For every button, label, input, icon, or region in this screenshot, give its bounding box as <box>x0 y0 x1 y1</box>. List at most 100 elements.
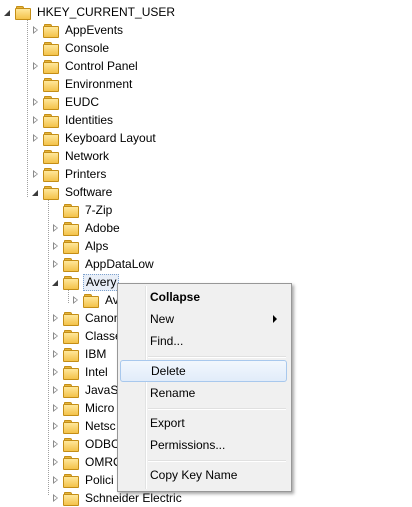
collapsed-arrow-icon[interactable] <box>51 385 60 395</box>
folder-icon <box>43 149 59 164</box>
folder-icon <box>63 491 79 506</box>
tree-node-label: Intel <box>85 365 108 379</box>
folder-icon <box>43 167 59 182</box>
tree-node-avery-child[interactable]: Av <box>71 291 121 309</box>
tree-line-level1 <box>27 20 28 198</box>
menu-item-delete[interactable]: Delete <box>120 360 287 382</box>
tree-node-ibm[interactable]: IBM <box>51 345 108 363</box>
tree-node-canon[interactable]: Canon <box>51 309 122 327</box>
menu-item-rename[interactable]: Rename <box>120 382 287 404</box>
tree-node-printers[interactable]: Printers <box>31 165 108 183</box>
menu-separator <box>148 460 286 462</box>
tree-node-root[interactable]: HKEY_CURRENT_USER <box>3 3 177 21</box>
collapsed-arrow-icon[interactable] <box>51 241 60 251</box>
tree-node-environment[interactable]: Environment <box>31 75 134 93</box>
folder-icon <box>63 257 79 272</box>
tree-node-label: Adobe <box>85 221 120 235</box>
tree-node-label: Printers <box>65 167 107 181</box>
tree-node-avery[interactable]: Avery <box>51 273 120 291</box>
tree-node-javasoft[interactable]: JavaSo <box>51 381 127 399</box>
collapsed-arrow-icon[interactable] <box>51 403 60 413</box>
menu-item-permissions[interactable]: Permissions... <box>120 434 287 456</box>
collapsed-arrow-icon[interactable] <box>51 223 60 233</box>
folder-icon <box>63 203 79 218</box>
collapsed-arrow-icon[interactable] <box>31 115 40 125</box>
collapsed-arrow-icon[interactable] <box>51 349 60 359</box>
tree-node-omron[interactable]: OMRO <box>51 453 124 471</box>
collapsed-arrow-icon[interactable] <box>51 457 60 467</box>
tree-node-identities[interactable]: Identities <box>31 111 115 129</box>
menu-item-export[interactable]: Export <box>120 412 287 434</box>
menu-item-label: New <box>150 312 175 326</box>
collapsed-arrow-icon[interactable] <box>51 475 60 485</box>
tree-node-microsoft[interactable]: Micro <box>51 399 116 417</box>
tree-node-keyboard-layout[interactable]: Keyboard Layout <box>31 129 158 147</box>
collapsed-arrow-icon[interactable] <box>31 25 40 35</box>
tree-line-level3 <box>68 290 69 304</box>
folder-icon <box>43 113 59 128</box>
tree-node-control-panel[interactable]: Control Panel <box>31 57 140 75</box>
collapsed-arrow-icon[interactable] <box>51 493 60 503</box>
collapsed-arrow-icon[interactable] <box>31 169 40 179</box>
folder-icon <box>63 347 79 362</box>
tree-node-label: Netsc <box>85 419 116 433</box>
collapsed-arrow-icon[interactable] <box>51 439 60 449</box>
tree-node-appevents[interactable]: AppEvents <box>31 21 125 39</box>
collapsed-arrow-icon[interactable] <box>31 97 40 107</box>
tree-node-label: EUDC <box>65 95 100 109</box>
tree-node-odbc[interactable]: ODBC <box>51 435 122 453</box>
tree-node-network[interactable]: Network <box>31 147 111 165</box>
tree-line-level2 <box>48 200 49 496</box>
expand-arrow-icon[interactable] <box>51 278 60 287</box>
folder-icon <box>43 95 59 110</box>
collapsed-arrow-icon[interactable] <box>71 295 80 305</box>
folder-icon <box>63 329 79 344</box>
expand-arrow-icon[interactable] <box>3 8 12 17</box>
collapsed-arrow-icon[interactable] <box>51 421 60 431</box>
collapsed-arrow-icon[interactable] <box>51 331 60 341</box>
menu-separator <box>148 356 286 358</box>
folder-open-icon <box>63 275 79 290</box>
collapsed-arrow-icon[interactable] <box>31 61 40 71</box>
folder-icon <box>63 473 79 488</box>
tree-node-label: Polici <box>85 473 114 487</box>
folder-icon <box>63 383 79 398</box>
collapsed-arrow-icon[interactable] <box>31 133 40 143</box>
tree-node-console[interactable]: Console <box>31 39 111 57</box>
tree-node-label: HKEY_CURRENT_USER <box>37 5 176 19</box>
folder-icon <box>43 77 59 92</box>
folder-icon <box>43 41 59 56</box>
tree-node-adobe[interactable]: Adobe <box>51 219 122 237</box>
tree-node-label-selected: Avery <box>83 273 120 291</box>
tree-node-label: Console <box>65 41 110 55</box>
collapsed-arrow-icon[interactable] <box>51 259 60 269</box>
tree-node-eudc[interactable]: EUDC <box>31 93 101 111</box>
folder-icon <box>63 437 79 452</box>
tree-node-classes[interactable]: Classe <box>51 327 124 345</box>
tree-node-appdatalow[interactable]: AppDataLow <box>51 255 156 273</box>
menu-item-find[interactable]: Find... <box>120 330 287 352</box>
menu-item-copy-key-name[interactable]: Copy Key Name <box>120 464 287 486</box>
tree-node-policies[interactable]: Polici <box>51 471 116 489</box>
tree-node-alps[interactable]: Alps <box>51 237 110 255</box>
tree-node-intel[interactable]: Intel <box>51 363 110 381</box>
tree-node-7zip[interactable]: 7-Zip <box>51 201 114 219</box>
menu-item-new[interactable]: New <box>120 308 287 330</box>
collapsed-arrow-icon[interactable] <box>51 313 60 323</box>
tree-node-label: Identities <box>65 113 114 127</box>
tree-node-label: Control Panel <box>65 59 138 73</box>
tree-node-label: IBM <box>85 347 107 361</box>
menu-item-collapse[interactable]: Collapse <box>120 286 287 308</box>
collapsed-arrow-icon[interactable] <box>51 367 60 377</box>
submenu-arrow-icon <box>273 315 277 323</box>
folder-icon <box>83 293 99 308</box>
expand-arrow-icon[interactable] <box>31 188 40 197</box>
tree-node-label: Software <box>65 185 113 199</box>
folder-icon <box>63 221 79 236</box>
tree-node-netscape[interactable]: Netsc <box>51 417 118 435</box>
folder-icon <box>43 59 59 74</box>
tree-node-label: Alps <box>85 239 109 253</box>
tree-node-software[interactable]: Software <box>31 183 114 201</box>
tree-node-label: AppEvents <box>65 23 124 37</box>
folder-icon <box>43 23 59 38</box>
